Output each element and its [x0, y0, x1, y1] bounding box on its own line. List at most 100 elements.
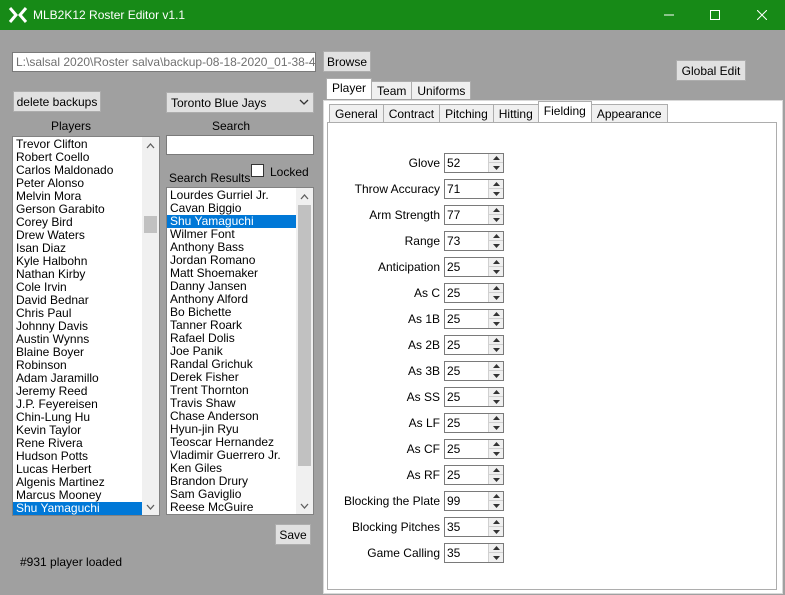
spin-down-icon	[492, 425, 500, 430]
increment-button[interactable]	[489, 180, 503, 189]
field-spinner-as-cf[interactable]: 25	[444, 439, 504, 459]
spin-up-icon	[492, 312, 500, 316]
increment-button[interactable]	[489, 388, 503, 397]
decrement-button[interactable]	[489, 293, 503, 302]
spinner-value: 25	[447, 338, 461, 352]
scroll-thumb[interactable]	[298, 205, 311, 466]
scroll-thumb[interactable]	[144, 216, 157, 233]
field-spinner-as-ss[interactable]: 25	[444, 387, 504, 407]
inner-tab-contract[interactable]: Contract	[382, 104, 441, 122]
increment-button[interactable]	[489, 492, 503, 501]
outer-tab-uniforms[interactable]: Uniforms	[411, 81, 472, 99]
minimize-button[interactable]	[646, 0, 692, 30]
increment-button[interactable]	[489, 414, 503, 423]
scroll-down-button[interactable]	[296, 497, 313, 514]
field-spinner-game-calling[interactable]: 35	[444, 543, 504, 563]
increment-button[interactable]	[489, 544, 503, 553]
decrement-button[interactable]	[489, 345, 503, 354]
field-label-arm-strength: Arm Strength	[369, 208, 440, 222]
players-scrollbar[interactable]	[142, 137, 159, 515]
field-label-anticipation: Anticipation	[377, 260, 440, 274]
increment-button[interactable]	[489, 206, 503, 215]
team-select[interactable]: Toronto Blue Jays	[166, 92, 314, 113]
decrement-button[interactable]	[489, 501, 503, 510]
field-spinner-as-3b[interactable]: 25	[444, 361, 504, 381]
increment-button[interactable]	[489, 232, 503, 241]
players-list[interactable]: Trevor Clifton Robert Coello Carlos Maldon…	[12, 136, 160, 516]
list-item[interactable]: Reese McGuire	[167, 501, 313, 514]
inner-tab-strip: General Contract Pitching Hitting Fielding Ap…	[329, 101, 668, 122]
spinner-value: 35	[447, 546, 461, 560]
field-spinner-arm-strength[interactable]: 77	[444, 205, 504, 225]
browse-button[interactable]: Browse	[323, 51, 371, 72]
decrement-button[interactable]	[489, 449, 503, 458]
main-window: L:\salsal 2020\Roster salva\backup-08-18…	[0, 30, 785, 595]
decrement-button[interactable]	[489, 267, 503, 276]
inner-tab-hitting[interactable]: Hitting	[492, 104, 539, 122]
team-select-value: Toronto Blue Jays	[171, 96, 267, 110]
decrement-button[interactable]	[489, 215, 503, 224]
search-input[interactable]	[166, 135, 314, 155]
spin-up-icon	[492, 520, 500, 524]
scroll-up-button[interactable]	[296, 188, 313, 205]
spinner-buttons	[488, 336, 503, 354]
decrement-button[interactable]	[489, 475, 503, 484]
field-spinner-throw-accuracy[interactable]: 71	[444, 179, 504, 199]
inner-tab-pitching[interactable]: Pitching	[439, 104, 494, 122]
decrement-button[interactable]	[489, 371, 503, 380]
spin-up-icon	[492, 416, 500, 420]
increment-button[interactable]	[489, 466, 503, 475]
outer-tab-team[interactable]: Team	[371, 81, 413, 99]
decrement-button[interactable]	[489, 163, 503, 172]
search-results-list[interactable]: Lourdes Gurriel Jr. Cavan Biggio Shu Yamag…	[166, 187, 314, 515]
decrement-button[interactable]	[489, 319, 503, 328]
file-path-input[interactable]: L:\salsal 2020\Roster salva\backup-08-18…	[12, 52, 316, 72]
field-spinner-as-c[interactable]: 25	[444, 283, 504, 303]
increment-button[interactable]	[489, 336, 503, 345]
scroll-down-button[interactable]	[142, 498, 159, 515]
spinner-value: 77	[447, 208, 461, 222]
inner-tab-general[interactable]: General	[329, 104, 384, 122]
maximize-button[interactable]	[692, 0, 738, 30]
increment-button[interactable]	[489, 284, 503, 293]
decrement-button[interactable]	[489, 553, 503, 562]
field-spinner-as-lf[interactable]: 25	[444, 413, 504, 433]
increment-button[interactable]	[489, 518, 503, 527]
field-spinner-blocking-pitches[interactable]: 35	[444, 517, 504, 537]
delete-backups-button[interactable]: delete backups	[13, 91, 101, 112]
spin-down-icon	[492, 555, 500, 560]
increment-button[interactable]	[489, 258, 503, 267]
increment-button[interactable]	[489, 154, 503, 163]
field-label-blocking-the-plate: Blocking the Plate	[343, 494, 440, 508]
global-edit-button[interactable]: Global Edit	[676, 60, 746, 81]
close-button[interactable]	[739, 0, 785, 30]
increment-button[interactable]	[489, 310, 503, 319]
field-spinner-glove[interactable]: 52	[444, 153, 504, 173]
field-spinner-anticipation[interactable]: 25	[444, 257, 504, 277]
field-spinner-as-1b[interactable]: 25	[444, 309, 504, 329]
outer-tab-player[interactable]: Player	[326, 78, 373, 99]
minimize-icon	[664, 14, 674, 16]
outer-tab-strip: Player Team Uniforms	[326, 78, 472, 99]
increment-button[interactable]	[489, 440, 503, 449]
inner-tab-fielding[interactable]: Fielding	[537, 101, 592, 122]
spinner-buttons	[488, 518, 503, 536]
decrement-button[interactable]	[489, 423, 503, 432]
field-spinner-as-rf[interactable]: 25	[444, 465, 504, 485]
list-item[interactable]: Shu Yamaguchi	[13, 502, 159, 515]
decrement-button[interactable]	[489, 397, 503, 406]
field-spinner-as-2b[interactable]: 25	[444, 335, 504, 355]
chevron-down-icon	[300, 503, 309, 509]
increment-button[interactable]	[489, 362, 503, 371]
decrement-button[interactable]	[489, 527, 503, 536]
results-scrollbar[interactable]	[296, 188, 313, 514]
inner-tab-appearance[interactable]: Appearance	[590, 104, 668, 122]
spin-down-icon	[492, 373, 500, 378]
scroll-up-button[interactable]	[142, 137, 159, 154]
field-spinner-blocking-the-plate[interactable]: 99	[444, 491, 504, 511]
field-spinner-range[interactable]: 73	[444, 231, 504, 251]
decrement-button[interactable]	[489, 241, 503, 250]
decrement-button[interactable]	[489, 189, 503, 198]
save-button[interactable]: Save	[275, 524, 311, 545]
locked-checkbox[interactable]	[251, 164, 264, 177]
